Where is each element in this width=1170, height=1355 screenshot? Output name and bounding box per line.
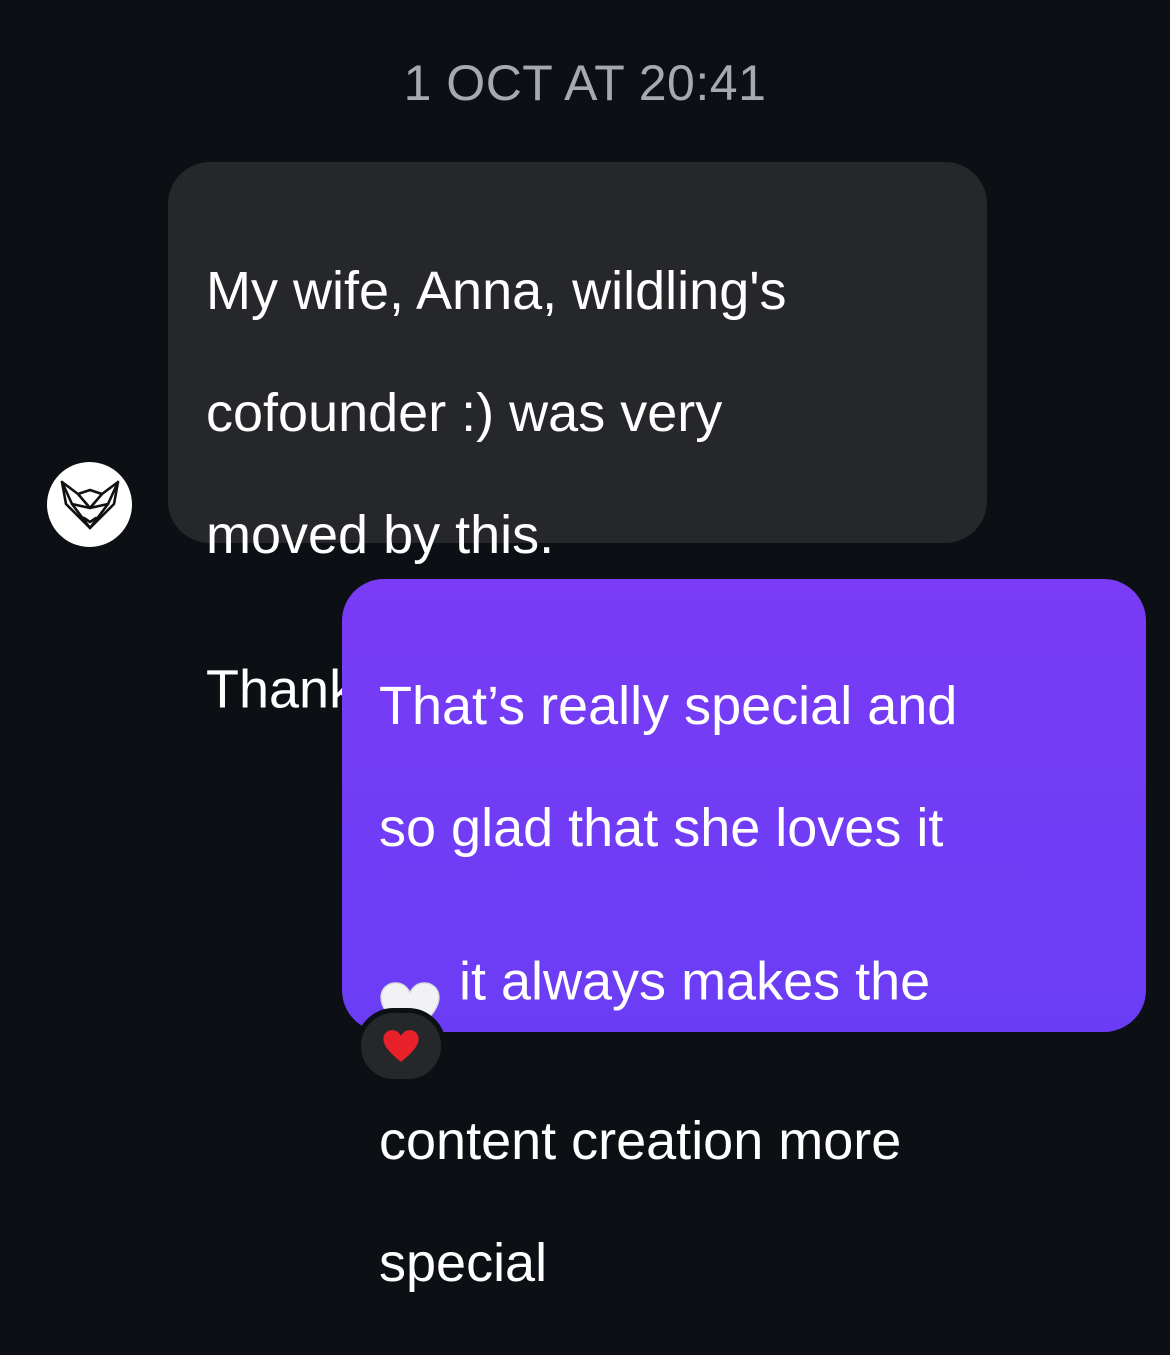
message-line: cofounder :) was very — [206, 383, 723, 443]
message-line: moved by this. — [206, 505, 555, 565]
message-line: special — [379, 1233, 548, 1293]
message-line-with-emoji: it always makes the — [379, 920, 1116, 1050]
message-line: That’s really special and — [379, 676, 958, 736]
message-timestamp: 1 OCT AT 20:41 — [403, 55, 767, 111]
reaction-badge[interactable] — [356, 1008, 446, 1084]
fox-logo-icon — [60, 480, 119, 529]
message-line: content creation more — [379, 1111, 902, 1171]
outgoing-message-bubble[interactable]: That’s really special and so glad that s… — [342, 579, 1146, 1293]
sender-avatar[interactable] — [47, 462, 132, 547]
message-text: it always makes the — [459, 951, 931, 1012]
incoming-message-bubble[interactable]: My wife, Anna, wildling's cofounder :) w… — [168, 162, 987, 744]
message-line: My wife, Anna, wildling's — [206, 261, 787, 321]
red-heart-icon — [383, 1030, 419, 1062]
message-line: so glad that she loves it — [379, 798, 944, 858]
